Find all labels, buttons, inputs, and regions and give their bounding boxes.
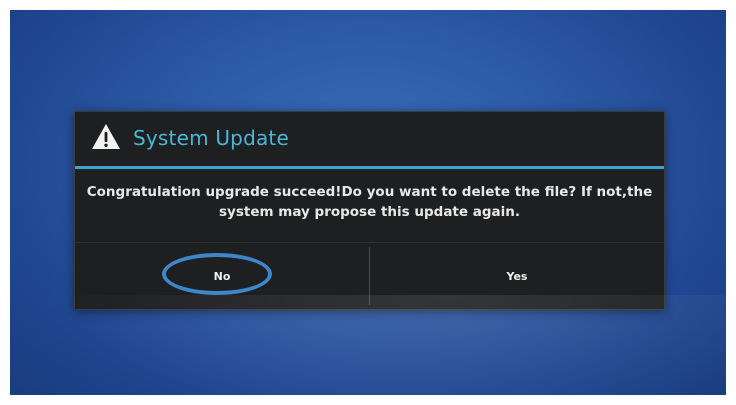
dialog-button-row: No Yes [75,242,664,309]
screen-background: System Update Congratulation upgrade suc… [10,10,726,395]
no-button-highlight-ring [162,253,272,295]
title-divider [75,166,664,169]
dialog-message: Congratulation upgrade succeed!Do you wa… [86,184,653,220]
dialog-title: System Update [133,126,289,150]
yes-button-label: Yes [506,269,528,283]
yes-button[interactable]: Yes [370,243,664,309]
system-update-dialog: System Update Congratulation upgrade suc… [74,111,665,310]
warning-icon [92,124,120,149]
dialog-title-bar: System Update [75,112,664,168]
